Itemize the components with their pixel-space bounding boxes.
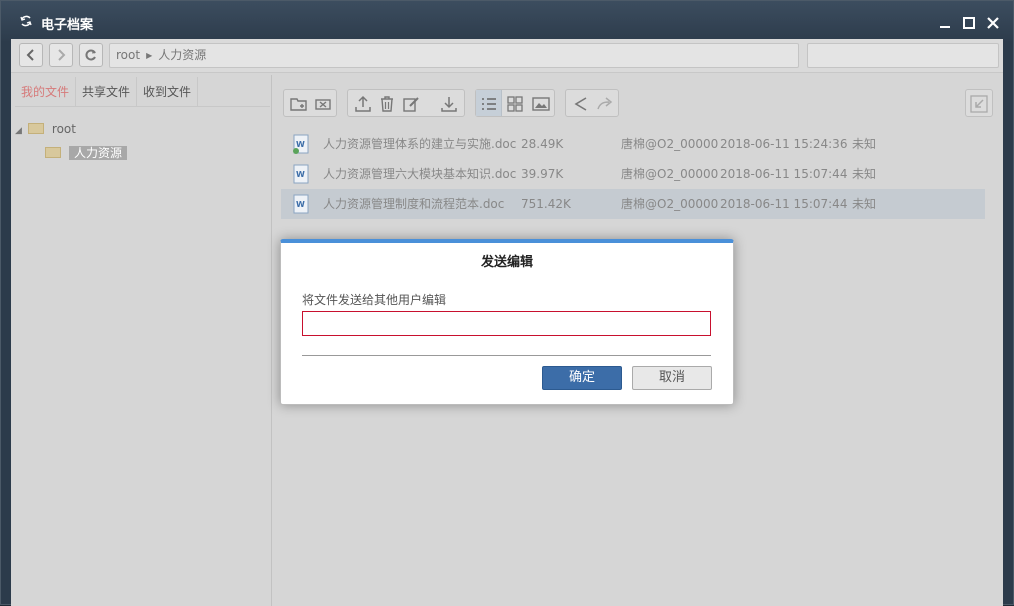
toolbar-group-folder — [283, 89, 337, 117]
download-icon[interactable] — [440, 95, 458, 113]
edit-icon[interactable] — [402, 95, 420, 113]
folder-icon — [45, 147, 61, 158]
divider — [302, 355, 711, 356]
file-row[interactable]: W 人力资源管理体系的建立与实施.doc 28.49K 唐棉@O2_00000 … — [281, 129, 985, 159]
breadcrumb-root[interactable]: root — [116, 48, 140, 62]
file-row-selected[interactable]: W 人力资源管理制度和流程范本.doc 751.42K 唐棉@O2_00000 … — [281, 189, 985, 219]
share-icon[interactable] — [572, 95, 590, 113]
file-name: 人力资源管理体系的建立与实施.doc — [323, 137, 517, 151]
forward-icon[interactable] — [596, 95, 614, 113]
tab-shared-files[interactable]: 共享文件 — [76, 77, 138, 106]
file-status: 未知 — [852, 137, 877, 151]
tree-item-label: root — [51, 122, 76, 136]
breadcrumb-current[interactable]: 人力资源 — [158, 48, 206, 62]
tree-item-label: 人力资源 — [69, 146, 128, 160]
file-size: 39.97K — [521, 167, 564, 181]
list-view-icon[interactable] — [480, 95, 498, 113]
sidebar: 我的文件 共享文件 收到文件 ◢ root 人力资源 — [11, 75, 272, 606]
breadcrumb[interactable]: root ▶ 人力资源 — [109, 43, 799, 68]
sidebar-tabs: 我的文件 共享文件 收到文件 — [15, 77, 270, 107]
close-icon[interactable] — [985, 15, 1001, 31]
minimize-icon[interactable] — [937, 15, 953, 31]
file-owner: 唐棉@O2_00000 — [621, 167, 719, 181]
search-input[interactable] — [807, 43, 999, 68]
tab-my-files[interactable]: 我的文件 — [15, 77, 77, 106]
file-size: 751.42K — [521, 197, 571, 211]
delete-icon[interactable] — [378, 95, 396, 113]
refresh-button[interactable] — [79, 43, 103, 67]
new-folder-icon[interactable] — [290, 95, 308, 113]
word-doc-icon: W — [293, 194, 309, 214]
window-title: 电子档案 — [41, 18, 94, 33]
tab-received-files[interactable]: 收到文件 — [137, 77, 199, 106]
file-name: 人力资源管理六大模块基本知识.doc — [323, 167, 517, 181]
dialog-label: 将文件发送给其他用户编辑 — [302, 293, 447, 307]
refresh-icon — [20, 15, 32, 27]
toolbar — [273, 85, 1003, 119]
maximize-icon[interactable] — [961, 15, 977, 31]
file-name: 人力资源管理制度和流程范本.doc — [323, 197, 505, 211]
collapse-icon[interactable] — [970, 95, 988, 113]
user-input[interactable] — [302, 311, 711, 336]
tree-item-hr[interactable]: 人力资源 — [45, 143, 128, 163]
dialog-title: 发送编辑 — [480, 255, 533, 270]
refresh-icon — [85, 49, 96, 61]
toolbar-group-share — [565, 89, 619, 117]
file-size: 28.49K — [521, 137, 564, 151]
image-view-icon[interactable] — [532, 95, 550, 113]
move-icon[interactable] — [314, 95, 332, 113]
title-bar: 电子档案 — [1, 1, 1013, 41]
file-owner: 唐棉@O2_00000 — [621, 137, 719, 151]
chevron-right-icon — [58, 49, 66, 61]
navigation-bar: root ▶ 人力资源 — [11, 39, 1003, 73]
svg-text:W: W — [296, 170, 305, 179]
svg-text:W: W — [296, 200, 305, 209]
chevron-left-icon — [26, 49, 34, 61]
file-status: 未知 — [852, 197, 877, 211]
app-window: 电子档案 root ▶ 人力资源 我的文件 共享文件 收到文件 ◢ root 人… — [0, 0, 1014, 606]
file-status: 未知 — [852, 167, 877, 181]
upload-icon[interactable] — [354, 95, 372, 113]
file-row[interactable]: W 人力资源管理六大模块基本知识.doc 39.97K 唐棉@O2_00000 … — [281, 159, 985, 189]
toolbar-group-right — [965, 89, 993, 117]
expand-arrow-icon[interactable]: ◢ — [15, 126, 22, 136]
grid-view-icon[interactable] — [506, 95, 524, 113]
folder-icon — [27, 123, 44, 134]
file-date: 2018-06-11 15:07:44 — [720, 197, 848, 211]
word-doc-icon: W — [293, 134, 309, 154]
file-date: 2018-06-11 15:24:36 — [720, 137, 848, 151]
breadcrumb-separator-icon: ▶ — [146, 51, 153, 60]
confirm-button[interactable]: 确定 — [542, 366, 622, 390]
svg-text:W: W — [296, 140, 305, 149]
toolbar-group-view — [475, 89, 555, 117]
word-doc-icon: W — [293, 164, 309, 184]
cancel-button[interactable]: 取消 — [632, 366, 712, 390]
file-date: 2018-06-11 15:07:44 — [720, 167, 848, 181]
forward-button[interactable] — [49, 43, 73, 67]
tree-item-root[interactable]: ◢ root — [15, 119, 76, 139]
file-owner: 唐棉@O2_00000 — [621, 197, 719, 211]
send-edit-dialog: 发送编辑 将文件发送给其他用户编辑 确定 取消 — [280, 239, 734, 405]
toolbar-group-file — [347, 89, 465, 117]
back-button[interactable] — [19, 43, 43, 67]
